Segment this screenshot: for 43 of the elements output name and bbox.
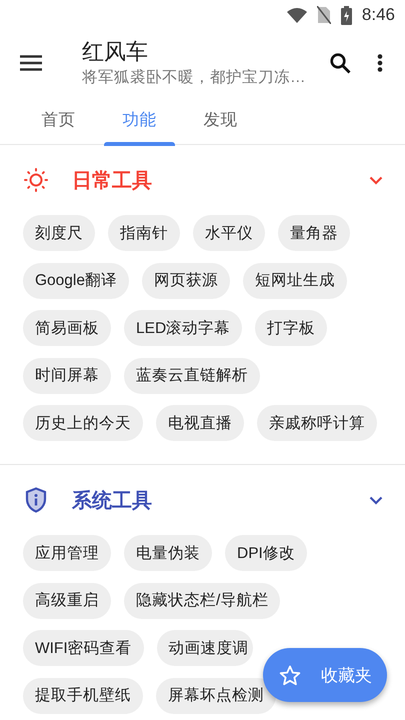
chevron-icon[interactable]: [369, 176, 383, 184]
tool-chip[interactable]: 时间屏幕: [23, 358, 111, 394]
tool-chip[interactable]: 电量伪装: [124, 535, 212, 571]
tool-chip[interactable]: 历史上的今天: [23, 405, 143, 441]
tool-chip[interactable]: 简易画板: [23, 310, 111, 346]
star-icon: [279, 664, 301, 686]
app-subtitle: 将军狐裘卧不暖，都护宝刀冻…: [82, 68, 306, 88]
tool-chip[interactable]: 指南针: [108, 215, 180, 251]
battery-icon: [340, 6, 352, 24]
status-time: 8:46: [362, 5, 395, 25]
tool-chip[interactable]: LED滚动字幕: [124, 310, 242, 346]
tool-chip[interactable]: 刻度尺: [23, 215, 95, 251]
tool-chip[interactable]: 蓝奏云直链解析: [124, 358, 260, 394]
tool-chip[interactable]: 电视直播: [156, 405, 244, 441]
tool-chip[interactable]: 亲戚称呼计算: [257, 405, 377, 441]
tool-chip[interactable]: 水平仪: [193, 215, 265, 251]
tool-chip[interactable]: 网页获源: [142, 262, 230, 298]
tool-chip[interactable]: 高级重启: [23, 582, 111, 618]
section-title: 日常工具: [72, 168, 153, 194]
tab[interactable]: 发现: [180, 96, 261, 144]
tool-chip[interactable]: 打字板: [255, 310, 328, 346]
menu-icon[interactable]: [20, 55, 42, 71]
chevron-icon[interactable]: [369, 496, 383, 504]
tool-chip[interactable]: Google翻译: [23, 262, 129, 298]
no-sim-icon: [316, 6, 331, 24]
tab[interactable]: 功能: [99, 96, 180, 144]
tool-chip[interactable]: 应用管理: [23, 535, 111, 571]
shield-icon: [25, 487, 47, 513]
tool-chip[interactable]: 屏幕坏点检测: [156, 678, 276, 714]
more-icon[interactable]: [377, 54, 383, 72]
tool-chip[interactable]: WIFI密码查看: [23, 630, 144, 666]
search-icon[interactable]: [330, 52, 351, 74]
tool-chip[interactable]: 动画速度调: [156, 630, 253, 666]
sun-icon: [24, 168, 48, 192]
tool-chip[interactable]: DPI修改: [225, 535, 307, 571]
tab[interactable]: 首页: [18, 96, 99, 144]
tool-chip[interactable]: 隐藏状态栏/导航栏: [124, 582, 280, 618]
tool-chip[interactable]: 量角器: [278, 215, 350, 251]
tool-chip[interactable]: 提取手机壁纸: [23, 678, 143, 714]
section-title: 系统工具: [72, 488, 153, 514]
wifi-icon: [286, 8, 307, 22]
app-title: 红风车: [82, 38, 149, 66]
tool-chip[interactable]: 短网址生成: [242, 262, 347, 298]
